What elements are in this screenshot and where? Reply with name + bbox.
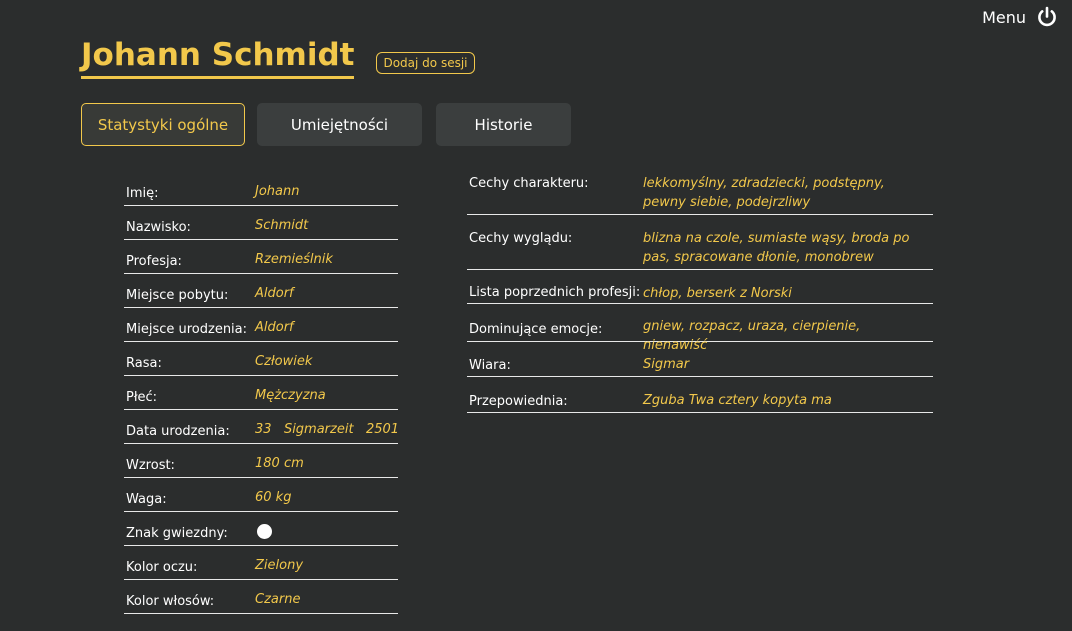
stat-row-hair-color: Kolor włosów: Czarne <box>124 580 398 614</box>
stat-label: Imię: <box>126 186 159 201</box>
trait-value: Sigmar <box>643 357 690 372</box>
stat-label: Płeć: <box>126 390 158 405</box>
stat-row-star-sign: Znak gwiezdny: <box>124 512 398 546</box>
stat-label: Nazwisko: <box>126 220 191 235</box>
stat-row-race: Rasa: Człowiek <box>124 342 398 376</box>
stat-value: Johann <box>255 184 300 199</box>
stat-label: Profesja: <box>126 254 182 269</box>
trait-label: Cechy wyglądu: <box>469 231 573 246</box>
stat-value: Aldorf <box>255 286 294 301</box>
stat-label: Waga: <box>126 492 167 507</box>
stat-value: Aldorf <box>255 320 294 335</box>
add-to-session-button[interactable]: Dodaj do sesji <box>376 51 475 74</box>
trait-label: Cechy charakteru: <box>469 176 589 191</box>
stat-label: Miejsce pobytu: <box>126 288 229 303</box>
stat-label: Kolor oczu: <box>126 560 198 575</box>
power-icon[interactable] <box>1036 6 1058 28</box>
character-name: Johann Schmidt <box>81 37 355 79</box>
stat-value: 60 kg <box>255 490 292 505</box>
stat-row-weight: Waga: 60 kg <box>124 478 398 512</box>
stat-value: 180 cm <box>255 456 304 471</box>
trait-label: Lista poprzednich profesji: <box>469 285 641 300</box>
tab-stories[interactable]: Historie <box>436 103 571 146</box>
tab-bar: Statystyki ogólne Umiejętności Historie <box>81 103 571 146</box>
stat-row-first-name: Imię: Johann <box>124 172 398 206</box>
stat-label: Miejsce urodzenia: <box>126 322 248 337</box>
trait-row-emotions: Dominujące emocje: gniew, rozpacz, uraza… <box>467 304 933 353</box>
trait-row-faith: Wiara: Sigmar <box>467 342 933 377</box>
stat-row-eye-color: Kolor oczu: Zielony <box>124 546 398 580</box>
tab-skills[interactable]: Umiejętności <box>257 103 422 146</box>
trait-value: blizna na czole, sumiaste wąsy, broda po… <box>643 231 910 265</box>
stat-value: Zielony <box>255 558 304 573</box>
stat-value: Mężczyzna <box>255 388 326 403</box>
character-header: Johann Schmidt Dodaj do sesji <box>81 37 475 79</box>
trait-row-previous-professions: Lista poprzednich profesji: chłop, berse… <box>467 270 933 304</box>
top-bar: Menu <box>982 6 1058 28</box>
trait-label: Wiara: <box>469 358 511 373</box>
general-stats-list: Imię: Johann Nazwisko: Schmidt Profesja:… <box>124 172 400 614</box>
stat-row-birth-date: Data urodzenia: 33 Sigmarzeit 2501 <box>124 410 400 444</box>
stat-row-birthplace: Miejsce urodzenia: Aldorf <box>124 308 398 342</box>
trait-row-appearance: Cechy wyglądu: blizna na czole, sumiaste… <box>467 215 933 270</box>
stat-row-profession: Profesja: Rzemieślnik <box>124 240 398 274</box>
stat-row-height: Wzrost: 180 cm <box>124 444 398 478</box>
trait-label: Dominujące emocje: <box>469 322 603 337</box>
stat-value: 33 Sigmarzeit 2501 <box>255 422 400 437</box>
stat-value: Czarne <box>255 592 301 607</box>
stat-value: Człowiek <box>255 354 313 369</box>
trait-row-prophecy: Przepowiednia: Zguba Twa cztery kopyta m… <box>467 377 933 413</box>
trait-value: Zguba Twa cztery kopyta ma <box>643 393 832 408</box>
stat-label: Data urodzenia: <box>126 424 230 439</box>
stat-value: Schmidt <box>255 218 309 233</box>
stat-label: Kolor włosów: <box>126 594 215 609</box>
menu-button[interactable]: Menu <box>982 8 1026 27</box>
stat-row-residence: Miejsce pobytu: Aldorf <box>124 274 398 308</box>
stat-label: Wzrost: <box>126 458 175 473</box>
white-circle-icon[interactable] <box>257 524 272 539</box>
stat-label: Znak gwiezdny: <box>126 526 228 541</box>
trait-label: Przepowiednia: <box>469 394 568 409</box>
trait-value: chłop, berserk z Norski <box>643 286 792 301</box>
tab-general-stats[interactable]: Statystyki ogólne <box>81 103 245 146</box>
traits-list: Cechy charakteru: lekkomyślny, zdradziec… <box>467 170 933 413</box>
trait-value: lekkomyślny, zdradziecki, podstępny, pew… <box>643 176 885 210</box>
stat-row-last-name: Nazwisko: Schmidt <box>124 206 398 240</box>
stat-value: Rzemieślnik <box>255 252 333 267</box>
stat-label: Rasa: <box>126 356 162 371</box>
stat-row-sex: Płeć: Mężczyzna <box>124 376 398 410</box>
trait-row-character: Cechy charakteru: lekkomyślny, zdradziec… <box>467 170 933 215</box>
